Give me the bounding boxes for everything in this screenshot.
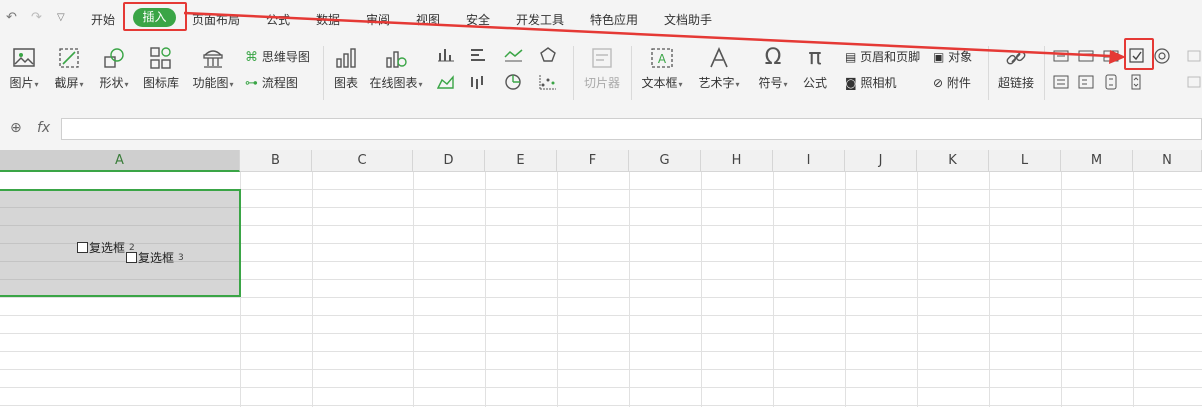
undo-icon[interactable]: ↶ — [6, 10, 17, 25]
insert-tab-highlight — [123, 2, 187, 31]
stock-chart-icon[interactable] — [469, 74, 491, 90]
column-header-B[interactable]: B — [240, 150, 312, 172]
screenshot-icon — [59, 48, 79, 68]
paperclip-icon: ⊘ — [933, 76, 944, 90]
shape-button[interactable]: 形状▾ — [96, 46, 132, 91]
column-header-D[interactable]: D — [413, 150, 485, 172]
combobox-control-icon[interactable] — [1078, 74, 1094, 90]
column-header-E[interactable]: E — [485, 150, 557, 172]
shape-icon — [104, 48, 124, 68]
picture-button[interactable]: 图片▾ — [6, 46, 42, 91]
scrollbar-control-icon[interactable] — [1103, 74, 1119, 90]
column-header-J[interactable]: J — [845, 150, 917, 172]
picture-icon — [13, 48, 35, 67]
radio-control-icon[interactable] — [1153, 47, 1171, 65]
column-header-G[interactable]: G — [629, 150, 701, 172]
column-header-C[interactable]: C — [312, 150, 413, 172]
quick-access-dropdown-icon[interactable]: ▽ — [57, 12, 65, 23]
column-header-I[interactable]: I — [773, 150, 845, 172]
pie-chart-icon[interactable] — [504, 73, 526, 91]
column-header-A[interactable]: A — [0, 150, 240, 172]
flowchart-icon: ⊶ — [245, 76, 258, 91]
checkbox-square[interactable] — [77, 242, 88, 253]
camera-button[interactable]: ◙ 照相机 — [845, 74, 897, 91]
listbox-control-icon[interactable] — [1053, 74, 1069, 90]
camera-icon: ◙ — [845, 76, 857, 90]
column-header-N[interactable]: N — [1133, 150, 1202, 172]
more-controls-icon[interactable] — [1186, 48, 1202, 64]
column-header-K[interactable]: K — [917, 150, 989, 172]
zoom-icon[interactable]: ⊕ — [10, 120, 22, 136]
scatter-chart-icon[interactable] — [539, 74, 561, 90]
column-header-L[interactable]: L — [989, 150, 1061, 172]
column-header-F[interactable]: F — [557, 150, 629, 172]
formula-input[interactable] — [61, 118, 1202, 140]
checkbox-3[interactable]: 复选框 3 — [126, 249, 184, 266]
attachment-button[interactable]: ⊘ 附件 — [933, 74, 971, 91]
redo-icon[interactable]: ↷ — [31, 10, 42, 25]
spinner-control-icon[interactable] — [1128, 74, 1144, 90]
screenshot-button[interactable]: 截屏▾ — [51, 46, 87, 91]
fx-icon[interactable]: fx — [37, 120, 50, 136]
annotation-arrow — [183, 11, 1126, 64]
icon-library-icon — [150, 47, 171, 69]
checkbox-square[interactable] — [126, 252, 137, 263]
flowchart-button[interactable]: ⊶ 流程图 — [245, 74, 298, 91]
column-header-H[interactable]: H — [701, 150, 773, 172]
area-chart-icon[interactable] — [437, 74, 459, 90]
column-header-M[interactable]: M — [1061, 150, 1133, 172]
icon-library-button[interactable]: 图标库 — [142, 46, 180, 91]
more-controls-icon[interactable] — [1186, 74, 1202, 90]
tab-home[interactable]: 开始 — [91, 11, 115, 28]
